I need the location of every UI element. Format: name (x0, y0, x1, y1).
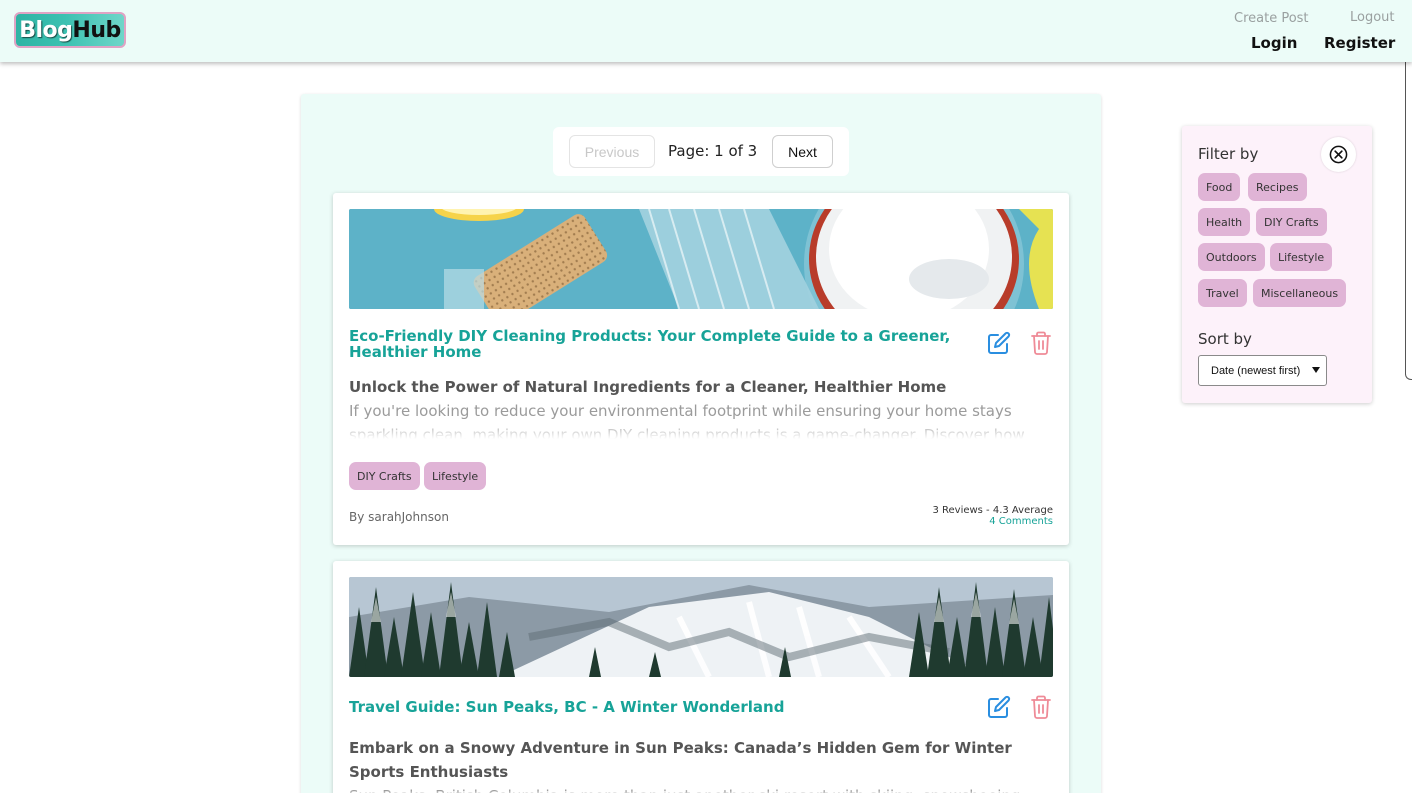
filter-tag-food[interactable]: Food (1198, 173, 1241, 201)
edit-icon[interactable] (986, 330, 1012, 356)
post-tag[interactable]: DIY Crafts (349, 462, 420, 490)
chevron-down-icon (1312, 367, 1320, 373)
create-post-link[interactable]: Create Post (1234, 11, 1309, 26)
post-excerpt: Sun Peaks, British Columbia is more than… (349, 784, 1053, 793)
logo[interactable]: Blog Hub (14, 12, 126, 48)
filter-tag-recipes[interactable]: Recipes (1248, 173, 1307, 201)
trash-icon[interactable] (1028, 694, 1054, 720)
post-subtitle: Embark on a Snowy Adventure in Sun Peaks… (349, 739, 1012, 781)
post-comments-link[interactable]: 4 Comments (989, 516, 1053, 527)
ski-resort-illustration (349, 577, 1053, 677)
sort-select[interactable]: Date (newest first) (1198, 355, 1327, 386)
logout-link[interactable]: Logout (1350, 10, 1395, 25)
trash-icon[interactable] (1028, 330, 1054, 356)
navbar: Blog Hub Create Post Logout Login Registe… (0, 0, 1412, 62)
post-title[interactable]: Travel Guide: Sun Peaks, BC - A Winter W… (349, 699, 974, 715)
filter-title: Filter by (1198, 145, 1259, 163)
edit-icon[interactable] (986, 694, 1012, 720)
next-page-button[interactable]: Next (772, 135, 833, 168)
filter-tag-miscellaneous[interactable]: Miscellaneous (1253, 279, 1347, 307)
post-author: By sarahJohnson (349, 510, 449, 524)
close-filter-button[interactable] (1321, 137, 1356, 172)
register-link[interactable]: Register (1324, 34, 1395, 52)
sort-title: Sort by (1198, 330, 1252, 348)
post-subtitle: Unlock the Power of Natural Ingredients … (349, 378, 947, 396)
filter-tag-travel[interactable]: Travel (1198, 279, 1247, 307)
previous-page-button[interactable]: Previous (569, 135, 655, 168)
cleaning-products-illustration (349, 209, 1053, 309)
post-title[interactable]: Eco-Friendly DIY Cleaning Products: Your… (349, 328, 974, 360)
post-image[interactable] (349, 209, 1053, 309)
filter-tag-lifestyle[interactable]: Lifestyle (1270, 243, 1333, 271)
close-icon (1329, 145, 1348, 164)
filter-tag-diy-crafts[interactable]: DIY Crafts (1256, 208, 1327, 236)
post-reviews: 3 Reviews - 4.3 Average (932, 505, 1053, 516)
post-excerpt: If you're looking to reduce your environ… (349, 402, 1025, 439)
page-indicator: Page: 1 of 3 (668, 142, 758, 160)
post-tag[interactable]: Lifestyle (424, 462, 487, 490)
filter-tag-outdoors[interactable]: Outdoors (1198, 243, 1265, 271)
scrollbar[interactable] (1405, 62, 1412, 380)
post-image[interactable] (349, 577, 1053, 677)
filter-tag-health[interactable]: Health (1198, 208, 1251, 236)
sort-selected-value: Date (newest first) (1211, 364, 1301, 377)
login-link[interactable]: Login (1251, 34, 1297, 52)
logo-hub: Hub (72, 17, 121, 43)
logo-blog: Blog (19, 17, 73, 43)
